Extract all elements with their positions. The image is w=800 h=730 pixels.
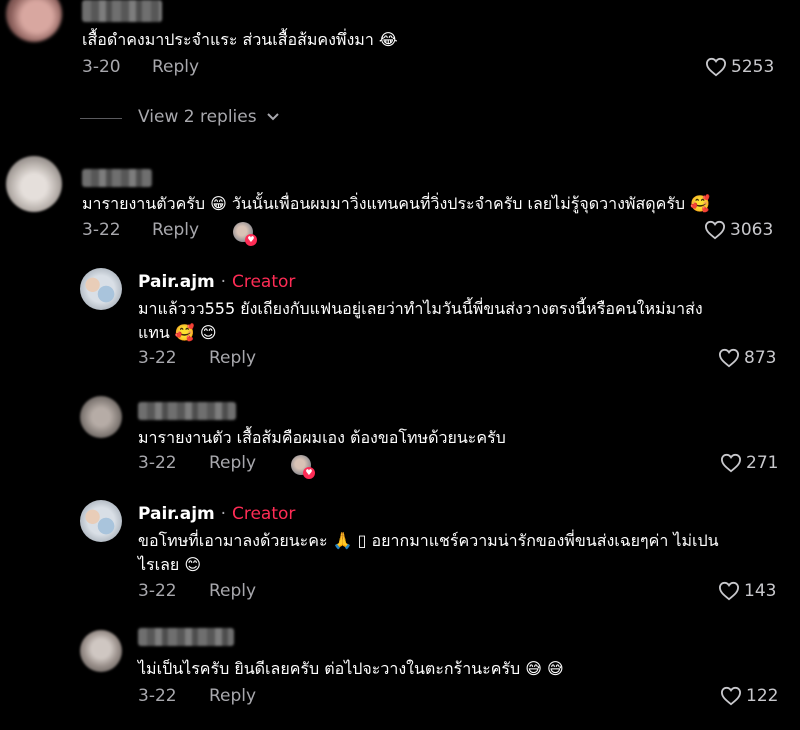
heart-badge-icon: ♥ [303, 467, 315, 479]
reply-button[interactable]: Reply [152, 57, 199, 77]
like-count: 143 [744, 581, 777, 601]
comment-date: 3-22 [138, 348, 177, 368]
username-blurred[interactable] [82, 169, 152, 187]
creator-username[interactable]: Pair.ajm · Creator [138, 272, 295, 292]
username-blurred[interactable] [138, 628, 234, 646]
heart-outline-icon [705, 57, 727, 77]
avatar[interactable] [80, 396, 122, 438]
comment-text: ไม่เป็นไรครับ ยินดีเลยครับ ต่อไปจะวางในต… [138, 659, 564, 678]
creator-avatar[interactable] [80, 500, 122, 542]
heart-badge-icon: ♥ [245, 234, 257, 246]
creator-liked-badge: ♥ [291, 455, 315, 479]
like-button[interactable]: 143 [718, 581, 776, 601]
like-count: 873 [744, 348, 777, 368]
comment-text-line1: ขอโทษที่เอามาลงด้วยนะคะ 🙏 ▯ อยากมาแชร์คว… [138, 531, 719, 550]
like-count: 271 [746, 453, 779, 473]
heart-outline-icon [718, 348, 740, 368]
comment-date: 3-22 [138, 581, 177, 601]
reply-button[interactable]: Reply [209, 581, 256, 601]
view-replies-label: View 2 replies [138, 107, 257, 127]
view-replies-button[interactable]: View 2 replies [138, 107, 279, 127]
like-count: 5253 [731, 57, 775, 77]
reply-button[interactable]: Reply [209, 453, 256, 473]
comment-date: 3-20 [82, 57, 121, 77]
heart-outline-icon [720, 453, 742, 473]
reply-button[interactable]: Reply [209, 686, 256, 706]
heart-outline-icon [718, 581, 740, 601]
divider [80, 118, 122, 119]
comment-text-line2: แทน 🥰 😊 [138, 323, 217, 342]
comment-date: 3-22 [138, 453, 177, 473]
separator-dot: · [220, 504, 227, 524]
like-button[interactable]: 873 [718, 348, 776, 368]
comment-text-line2: ไรเลย 😊 [138, 555, 202, 574]
username-blurred[interactable] [82, 0, 162, 22]
like-button[interactable]: 5253 [705, 57, 774, 77]
author-name: Pair.ajm [138, 504, 215, 524]
creator-liked-badge: ♥ [233, 222, 257, 246]
author-name: Pair.ajm [138, 272, 215, 292]
comment-date: 3-22 [82, 220, 121, 240]
reply-button[interactable]: Reply [152, 220, 199, 240]
like-button[interactable]: 271 [720, 453, 778, 473]
comment-date: 3-22 [138, 686, 177, 706]
like-count: 3063 [730, 220, 774, 240]
heart-outline-icon [704, 220, 726, 240]
separator-dot: · [220, 272, 227, 292]
creator-tag: Creator [231, 272, 296, 292]
creator-username[interactable]: Pair.ajm · Creator [138, 504, 295, 524]
chevron-down-icon [266, 113, 279, 121]
creator-tag: Creator [231, 504, 296, 524]
comment-text-line1: มาแล้ววว555 ยังเถียงกับแฟนอยู่เลยว่าทำไม… [138, 299, 703, 318]
like-count: 122 [746, 686, 779, 706]
comment-text: มารายงานตัวครับ 😁 วันนั้นเพื่อนผมมาวิ่งแ… [82, 194, 711, 213]
like-button[interactable]: 3063 [704, 220, 773, 240]
comment-text: เสื้อดำคงมาประจำแระ ส่วนเสื้อส้มคงพึ่งมา… [82, 30, 398, 49]
creator-avatar[interactable] [80, 268, 122, 310]
heart-outline-icon [720, 686, 742, 706]
reply-button[interactable]: Reply [209, 348, 256, 368]
avatar[interactable] [6, 156, 62, 212]
avatar[interactable] [80, 630, 122, 672]
avatar[interactable] [6, 0, 62, 42]
comment-text: มารายงานตัว เสื้อส้มคือผมเอง ต้องขอโทษด้… [138, 428, 506, 447]
username-blurred[interactable] [138, 402, 236, 420]
like-button[interactable]: 122 [720, 686, 778, 706]
